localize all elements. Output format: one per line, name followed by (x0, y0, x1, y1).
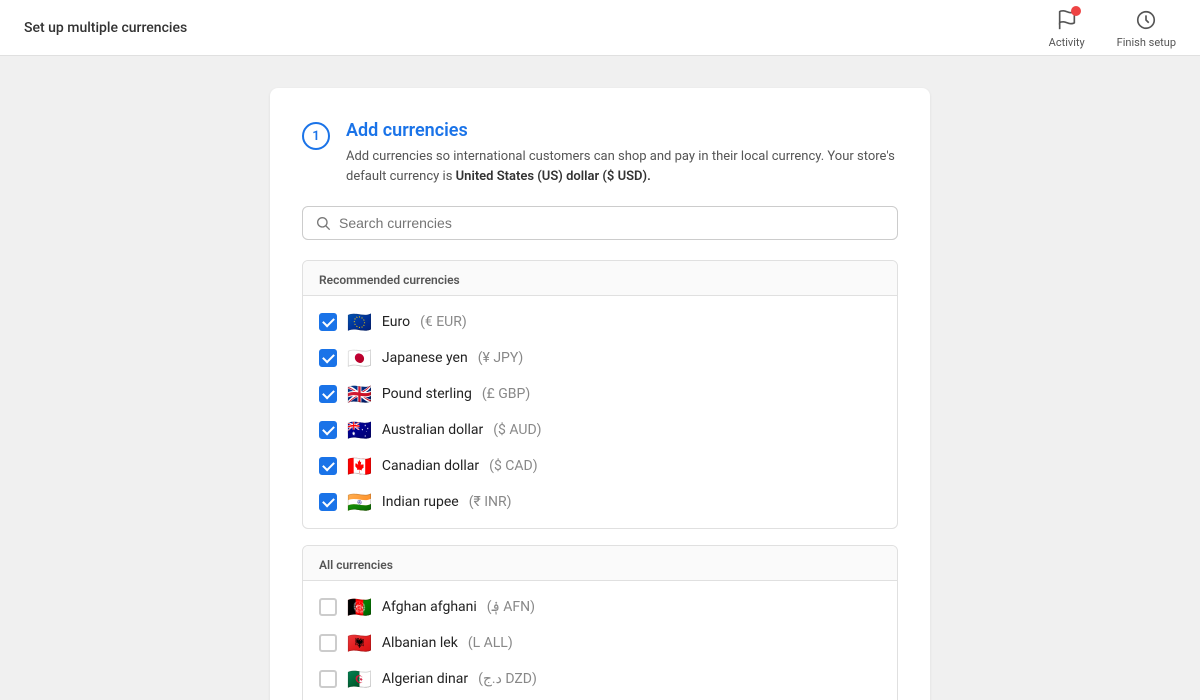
currency-checkbox[interactable] (319, 313, 337, 331)
recommended-currency-item[interactable]: 🇬🇧 Pound sterling (£ GBP) (303, 376, 897, 412)
currency-flag: 🇦🇺 (347, 420, 372, 440)
finish-setup-icon (1132, 6, 1160, 34)
currency-flag: 🇪🇺 (347, 312, 372, 332)
currency-flag: 🇯🇵 (347, 348, 372, 368)
recommended-currency-item[interactable]: 🇪🇺 Euro (€ EUR) (303, 304, 897, 340)
currency-name: Pound sterling (382, 386, 472, 402)
currency-checkbox[interactable] (319, 421, 337, 439)
recommended-currency-item[interactable]: 🇦🇺 Australian dollar ($ AUD) (303, 412, 897, 448)
all-section-label: All currencies (303, 546, 897, 581)
currency-flag: 🇬🇧 (347, 384, 372, 404)
currency-name: Canadian dollar (382, 458, 479, 474)
search-input[interactable] (339, 215, 885, 231)
currency-name: Japanese yen (382, 350, 468, 366)
card-desc-bold: United States (US) dollar ($ USD). (456, 169, 651, 184)
search-icon (315, 215, 331, 231)
currency-code: (£ GBP) (482, 386, 530, 402)
activity-badge (1071, 6, 1081, 16)
currency-code: ($ CAD) (489, 458, 537, 474)
card-title: Add currencies (346, 120, 898, 141)
currency-code: (€ EUR) (420, 314, 467, 330)
topbar-actions: Activity Finish setup (1049, 6, 1176, 49)
all-currencies-section: All currencies 🇦🇫 Afghan afghani (؋ AFN)… (302, 545, 898, 700)
currency-flag: 🇨🇦 (347, 456, 372, 476)
currency-flag: 🇦🇱 (347, 633, 372, 653)
add-currencies-card: 1 Add currencies Add currencies so inter… (270, 88, 930, 700)
currency-checkbox[interactable] (319, 457, 337, 475)
finish-setup-label: Finish setup (1117, 36, 1176, 49)
currency-code: ($ AUD) (493, 422, 541, 438)
card-header-content: Add currencies Add currencies so interna… (346, 120, 898, 186)
currency-name: Australian dollar (382, 422, 483, 438)
activity-label: Activity (1049, 36, 1085, 49)
currency-name: Euro (382, 314, 410, 330)
recommended-currency-item[interactable]: 🇮🇳 Indian rupee (₹ INR) (303, 484, 897, 520)
recommended-currency-item[interactable]: 🇨🇦 Canadian dollar ($ CAD) (303, 448, 897, 484)
currency-flag: 🇮🇳 (347, 492, 372, 512)
currency-checkbox[interactable] (319, 598, 337, 616)
currency-code: (؋ AFN) (487, 599, 535, 615)
all-currency-item[interactable]: 🇦🇫 Afghan afghani (؋ AFN) (303, 589, 897, 625)
main-content: 1 Add currencies Add currencies so inter… (0, 56, 1200, 700)
page-title: Set up multiple currencies (24, 20, 187, 36)
currency-checkbox[interactable] (319, 493, 337, 511)
currency-code: (L ALL) (468, 635, 513, 651)
recommended-currencies-section: Recommended currencies 🇪🇺 Euro (€ EUR) 🇯… (302, 260, 898, 529)
currency-code: (د.ج DZD) (478, 671, 537, 687)
topbar: Set up multiple currencies Activity (0, 0, 1200, 56)
currency-flag: 🇦🇫 (347, 597, 372, 617)
currency-name: Algerian dinar (382, 671, 468, 687)
currency-name: Albanian lek (382, 635, 458, 651)
all-currency-list: 🇦🇫 Afghan afghani (؋ AFN) 🇦🇱 Albanian le… (303, 581, 897, 700)
currency-name: Afghan afghani (382, 599, 477, 615)
activity-icon (1053, 6, 1081, 34)
currency-checkbox[interactable] (319, 670, 337, 688)
currency-code: (₹ INR) (469, 494, 512, 510)
recommended-currency-item[interactable]: 🇯🇵 Japanese yen (¥ JPY) (303, 340, 897, 376)
recommended-section-label: Recommended currencies (303, 261, 897, 296)
currency-code: (¥ JPY) (478, 350, 524, 366)
currency-flag: 🇩🇿 (347, 669, 372, 689)
currency-name: Indian rupee (382, 494, 459, 510)
step-badge: 1 (302, 122, 330, 150)
all-currency-item[interactable]: 🇩🇿 Algerian dinar (د.ج DZD) (303, 661, 897, 697)
recommended-currency-list: 🇪🇺 Euro (€ EUR) 🇯🇵 Japanese yen (¥ JPY) … (303, 296, 897, 528)
activity-button[interactable]: Activity (1049, 6, 1085, 49)
currency-checkbox[interactable] (319, 349, 337, 367)
card-description: Add currencies so international customer… (346, 147, 898, 186)
finish-setup-button[interactable]: Finish setup (1117, 6, 1176, 49)
currency-checkbox[interactable] (319, 385, 337, 403)
all-currency-item[interactable]: 🇦🇱 Albanian lek (L ALL) (303, 625, 897, 661)
card-header: 1 Add currencies Add currencies so inter… (302, 120, 898, 186)
search-box (302, 206, 898, 240)
currency-checkbox[interactable] (319, 634, 337, 652)
